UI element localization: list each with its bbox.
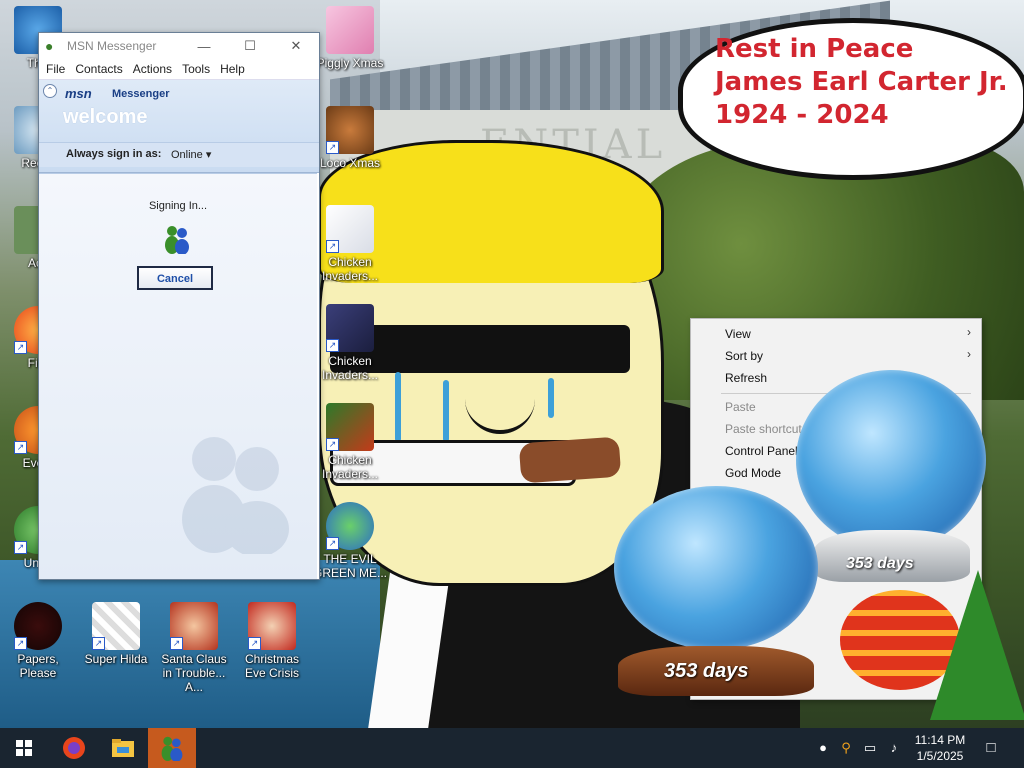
desktop-icon-santa-claus[interactable]: ↗ Santa Claus in Trouble... A...	[156, 602, 232, 694]
chevron-right-icon: ›	[967, 325, 971, 339]
collapse-icon[interactable]: ⌃	[43, 84, 57, 98]
clock-date: 1/5/2025	[916, 749, 964, 763]
volume-icon[interactable]: ♪	[886, 740, 902, 756]
caret-down-icon: ▾	[205, 149, 212, 161]
windows-logo-icon	[16, 740, 32, 756]
taskbar-msn-messenger[interactable]	[148, 728, 196, 768]
desktop-icon-label: Chicken Invaders...	[321, 354, 379, 382]
desktop-icon-label: Super Hilda	[84, 652, 148, 666]
chevron-right-icon: ›	[967, 347, 971, 361]
signing-in-text: Signing In...	[148, 200, 208, 212]
globe-days-label: 353 days	[664, 660, 749, 682]
msn-menubar: File Contacts Actions Tools Help	[39, 59, 319, 80]
santa-claus-icon: ↗	[170, 602, 218, 650]
desktop-icon-chicken-invaders-1[interactable]: ↗ Chicken Invaders...	[312, 205, 388, 283]
desktop-icon-chicken-invaders-2[interactable]: ↗ Chicken Invaders...	[312, 304, 388, 382]
close-button[interactable]: ✕	[273, 38, 319, 54]
chicken-invaders-icon: ↗	[326, 304, 374, 352]
maximize-button[interactable]: ☐	[227, 38, 273, 54]
msn-buddies-icon	[165, 226, 189, 254]
network-icon[interactable]: ▭	[862, 740, 878, 756]
notifications-icon[interactable]: □	[983, 740, 999, 756]
snow-globe-large[interactable]	[796, 370, 986, 550]
desktop-icon-label: Chicken Invaders...	[321, 453, 379, 481]
ctx-item-refresh[interactable]: Refresh	[725, 371, 767, 385]
tray-search-icon[interactable]: ⚲	[838, 740, 854, 756]
loco-xmas-icon: ↗	[326, 106, 374, 154]
desktop-icon-christmas-eve[interactable]: ↗ Christmas Eve Crisis	[234, 602, 310, 680]
menu-help[interactable]: Help	[220, 62, 245, 76]
christmas-eve-icon: ↗	[248, 602, 296, 650]
desktop-icon-piggly-xmas[interactable]: Piggly Xmas	[312, 6, 388, 70]
wallpaper-cigar	[518, 436, 622, 484]
desktop-icon-label: Chicken Invaders...	[321, 255, 379, 283]
msn-body: Signing In... Cancel	[39, 173, 317, 579]
signin-row: Always sign in as: Online ▾	[39, 142, 319, 167]
desktop-icon-label: Papers, Please	[17, 652, 59, 680]
ctx-item-view[interactable]: View	[725, 327, 751, 341]
bubble-line-2: James Earl Carter Jr.	[715, 67, 1008, 97]
desktop-icon-label: Loco Xmas	[319, 156, 381, 170]
menu-actions[interactable]: Actions	[133, 62, 172, 76]
desktop-icon-loco-xmas[interactable]: ↗ Loco Xmas	[312, 106, 388, 170]
msn-titlebar[interactable]: ● MSN Messenger — ☐ ✕	[39, 33, 319, 59]
chicken-invaders-icon: ↗	[326, 403, 374, 451]
desktop-icon-label: Christmas Eve Crisis	[244, 652, 299, 680]
taskbar-file-explorer[interactable]	[99, 728, 147, 768]
folder-icon	[112, 739, 134, 757]
msn-messenger-window: ● MSN Messenger — ☐ ✕ File Contacts Acti…	[38, 32, 320, 580]
desktop-icon-chicken-invaders-3[interactable]: ↗ Chicken Invaders...	[312, 403, 388, 481]
welcome-text: welcome	[63, 106, 148, 128]
msn-logo: msn	[65, 86, 92, 101]
clock-time: 11:14 PM	[914, 733, 966, 747]
desktop-icon-label: Santa Claus in Trouble... A...	[161, 652, 227, 694]
wallpaper-tear	[548, 378, 554, 418]
ctx-item-control-panel[interactable]: Control Panel	[725, 444, 798, 458]
desktop-icon-super-hilda[interactable]: ↗ Super Hilda	[78, 602, 154, 666]
papers-please-icon: ↗	[14, 602, 62, 650]
chicken-invaders-icon: ↗	[326, 205, 374, 253]
ctx-item-god-mode[interactable]: God Mode	[725, 466, 781, 480]
snow-globe-small[interactable]	[614, 486, 818, 650]
signin-label: Always sign in as:	[66, 148, 162, 160]
menu-file[interactable]: File	[46, 62, 65, 76]
piggly-xmas-icon	[326, 6, 374, 54]
ctx-item-paste[interactable]: Paste	[725, 400, 756, 414]
bubble-line-3: 1924 - 2024	[715, 100, 889, 130]
globe-days-label: 353 days	[846, 555, 914, 572]
signin-status-dropdown[interactable]: Online ▾	[171, 148, 211, 161]
bubble-line-1: Rest in Peace	[715, 34, 914, 64]
desktop-icon-evil-green[interactable]: ↗ THE EVIL GREEN ME...	[312, 502, 388, 580]
minimize-button[interactable]: —	[181, 39, 227, 54]
msn-logo-suffix: Messenger	[112, 88, 170, 100]
msn-buddies-watermark-icon	[182, 437, 289, 554]
desktop-icon-label: Piggly Xmas	[316, 56, 384, 70]
evil-green-icon: ↗	[326, 502, 374, 550]
msn-buddies-icon	[161, 736, 183, 761]
desktop-icon-label: THE EVIL GREEN ME...	[312, 552, 387, 580]
menu-contacts[interactable]: Contacts	[75, 62, 122, 76]
wallpaper-tear	[443, 380, 449, 442]
msn-header: ⌃ msn Messenger welcome Always sign in a…	[39, 80, 319, 173]
msn-buddy-icon: ●	[45, 38, 54, 54]
tray-msn-icon[interactable]: ●	[815, 740, 831, 756]
cancel-button[interactable]: Cancel	[137, 266, 213, 290]
taskbar-clock[interactable]: 11:14 PM 1/5/2025	[912, 732, 968, 764]
taskbar-firefox[interactable]	[50, 728, 98, 768]
wallpaper-tear	[395, 372, 401, 442]
ctx-item-sort-by[interactable]: Sort by	[725, 349, 763, 363]
start-button[interactable]	[0, 728, 48, 768]
super-hilda-icon: ↗	[92, 602, 140, 650]
ctx-item-paste-shortcut[interactable]: Paste shortcut	[725, 422, 802, 436]
window-title: MSN Messenger	[67, 39, 157, 53]
firefox-icon	[63, 737, 85, 759]
menu-tools[interactable]: Tools	[182, 62, 210, 76]
desktop-icon-papers-please[interactable]: ↗ Papers, Please	[0, 602, 76, 680]
taskbar: ● ⚲ ▭ ♪ 11:14 PM 1/5/2025 □	[0, 728, 1024, 768]
signin-status-value: Online	[171, 149, 203, 161]
desktop[interactable]: ENTIAL Rest in Peace James Earl Carter J…	[0, 0, 1024, 728]
christmas-tree-icon	[930, 570, 1024, 720]
